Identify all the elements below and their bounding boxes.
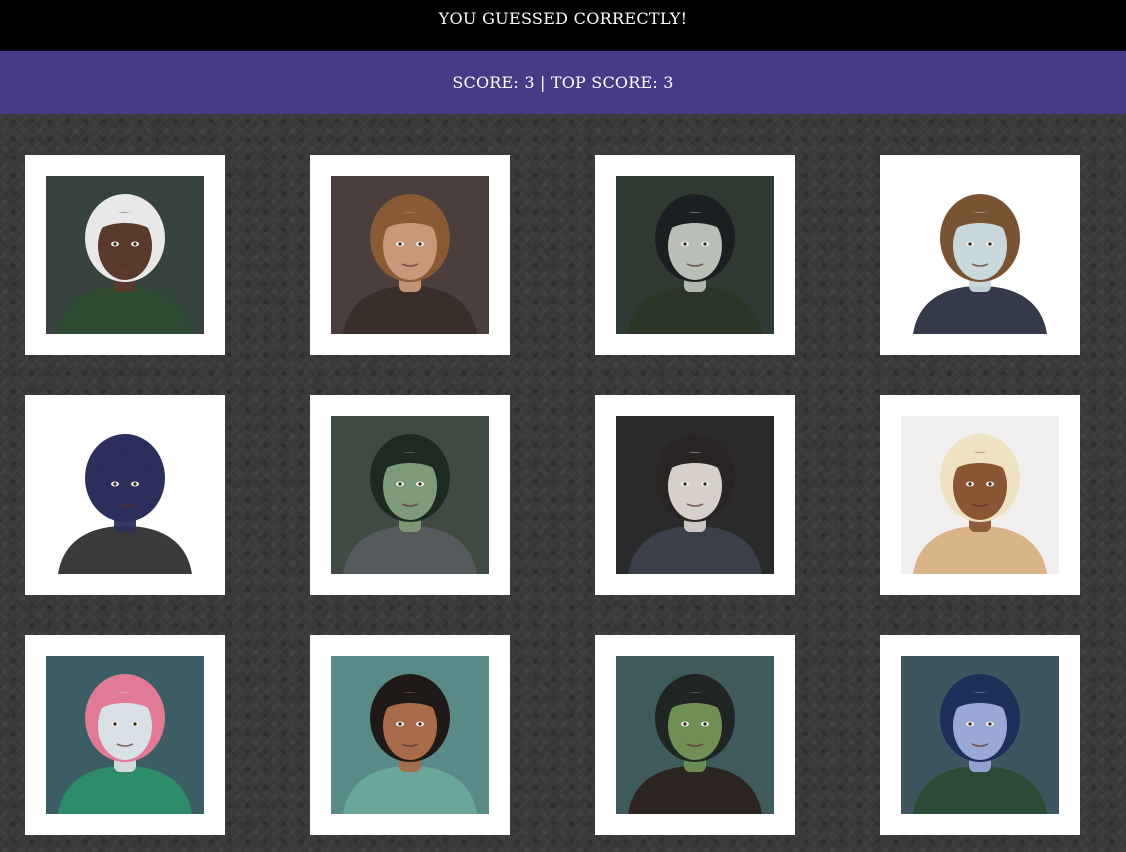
- card-grid: [0, 114, 1126, 852]
- character-card[interactable]: [25, 395, 225, 595]
- portrait-pink-haired-ram-folk: [46, 656, 204, 814]
- portrait-raven-in-cloak: [46, 416, 204, 574]
- portrait-braided-woman: [616, 416, 774, 574]
- character-card[interactable]: [25, 155, 225, 355]
- portrait-goblin-in-suit: [901, 176, 1059, 334]
- character-card[interactable]: [310, 395, 510, 595]
- portrait-green-half-orc: [616, 656, 774, 814]
- character-card[interactable]: [880, 635, 1080, 835]
- portrait-bearded-man-fur-collar: [331, 176, 489, 334]
- portrait-hooded-green-goblin: [331, 416, 489, 574]
- character-card[interactable]: [310, 635, 510, 835]
- portrait-blue-tiefling: [901, 656, 1059, 814]
- portrait-dark-haired-elf: [616, 176, 774, 334]
- status-message: YOU GUESSED CORRECTLY!: [0, 0, 1126, 51]
- character-card[interactable]: [880, 395, 1080, 595]
- character-card[interactable]: [25, 635, 225, 835]
- character-card[interactable]: [595, 155, 795, 355]
- character-card[interactable]: [595, 635, 795, 835]
- portrait-white-haired-elder: [46, 176, 204, 334]
- portrait-woman-hair-bun: [331, 656, 489, 814]
- character-card[interactable]: [595, 395, 795, 595]
- character-card[interactable]: [880, 155, 1080, 355]
- portrait-blonde-woman-flower-crown: [901, 416, 1059, 574]
- scoreboard: SCORE: 3 | TOP SCORE: 3: [0, 51, 1126, 114]
- character-card[interactable]: [310, 155, 510, 355]
